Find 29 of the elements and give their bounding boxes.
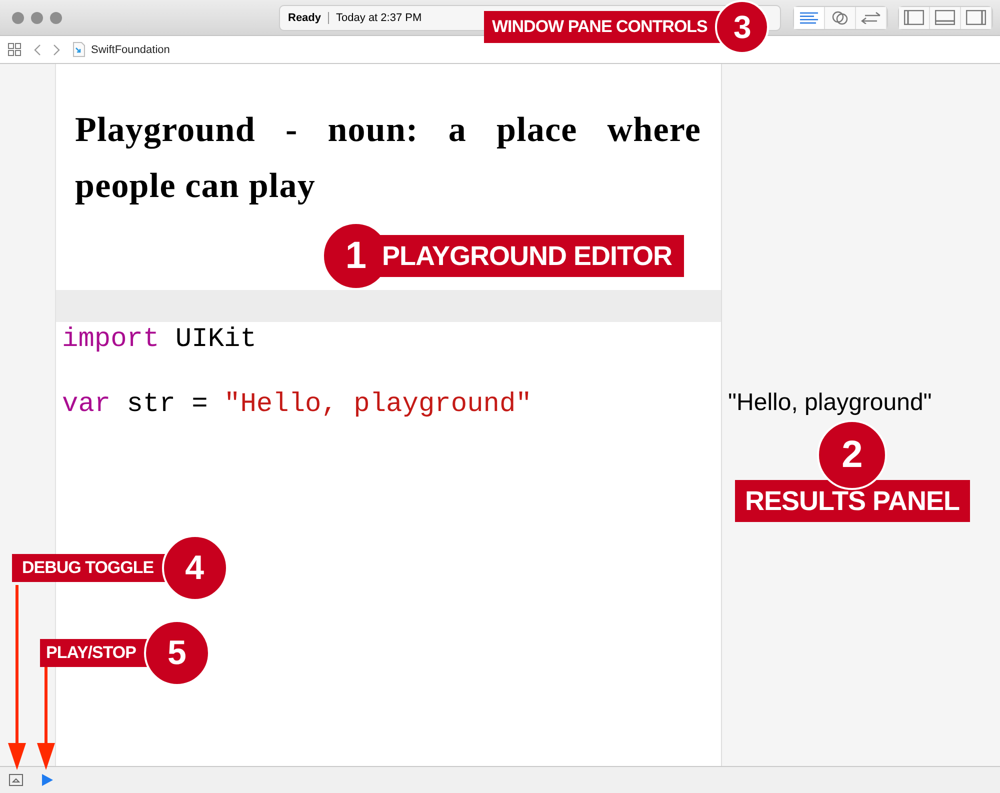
result-value[interactable]: "Hello, playground" (728, 389, 932, 416)
navigator-toggle[interactable] (899, 6, 930, 28)
rings-icon (832, 10, 848, 24)
lines-icon (800, 12, 818, 24)
assistant-editor-button[interactable] (825, 6, 856, 28)
utilities-toggle[interactable] (961, 6, 992, 28)
file-icon (73, 42, 85, 57)
panel-icon (935, 10, 955, 25)
status-time: Today at 2:37 PM (336, 12, 422, 24)
back-icon[interactable] (33, 44, 41, 56)
version-editor-button[interactable] (856, 6, 887, 28)
play-icon[interactable] (42, 774, 53, 786)
debug-toggle-icon[interactable] (9, 774, 23, 786)
close-button[interactable] (12, 12, 24, 24)
markup-heading: Playground - noun: a place where people can play (75, 109, 701, 207)
status-text: Ready (288, 12, 322, 24)
standard-editor-button[interactable] (794, 6, 825, 28)
panel-icon (904, 10, 924, 25)
minimize-button[interactable] (31, 12, 43, 24)
file-breadcrumb[interactable]: SwiftFoundation (91, 44, 170, 56)
arrows-icon (861, 12, 881, 24)
debug-area-toggle[interactable] (930, 6, 961, 28)
forward-icon[interactable] (53, 44, 61, 56)
callout-label: RESULTS PANEL (735, 480, 970, 522)
zoom-button[interactable] (50, 12, 62, 24)
grid-icon[interactable] (8, 43, 21, 56)
panel-icon (966, 10, 986, 25)
code-line: var str = "Hello, playground" (62, 389, 532, 422)
code-line: import UIKit (62, 324, 256, 357)
